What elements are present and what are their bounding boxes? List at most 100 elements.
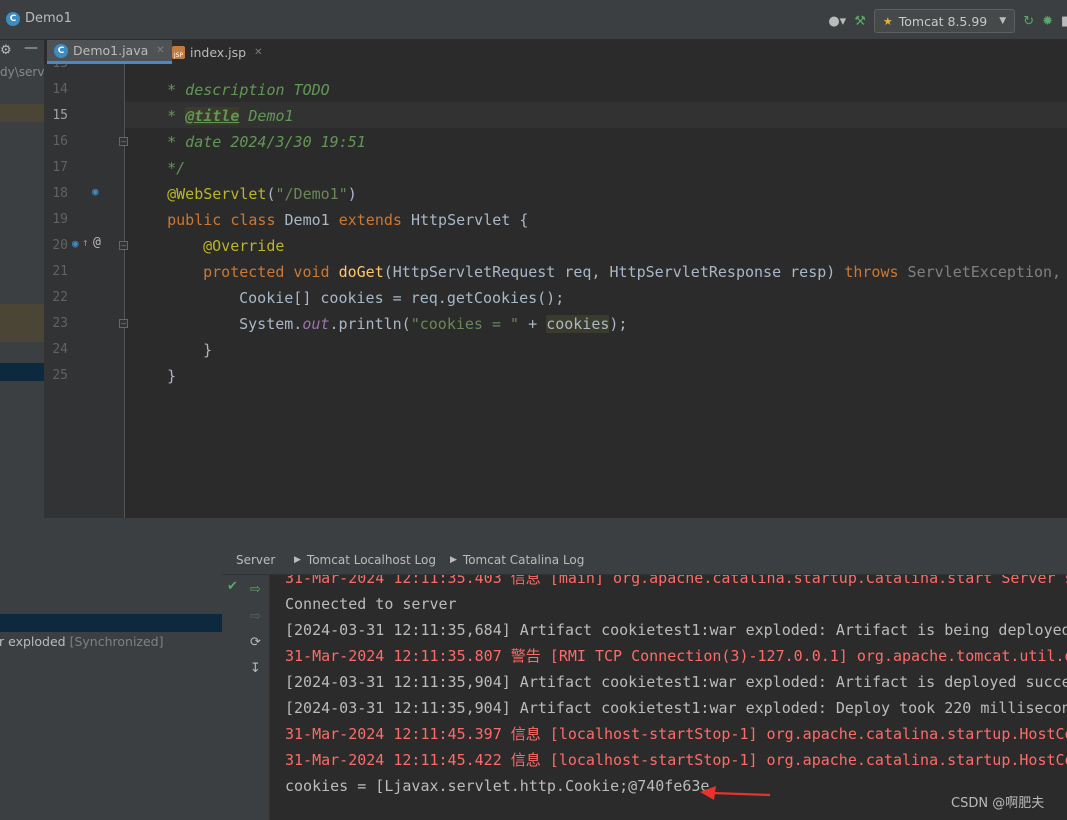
code-token: + xyxy=(519,315,547,333)
line-number: 20 xyxy=(52,238,68,253)
line-number: 14 xyxy=(52,82,68,97)
rerun-icon[interactable]: ↻ xyxy=(1023,14,1034,29)
deploy-icon[interactable]: ⇨ xyxy=(250,582,261,597)
services-tabs: Server ▶ Tomcat Localhost Log ▶ Tomcat C… xyxy=(222,545,1067,575)
code-token: ); xyxy=(609,315,628,333)
tab-tomcat-localhost-log[interactable]: ▶ Tomcat Localhost Log xyxy=(294,545,436,575)
code-token: out xyxy=(302,315,330,333)
tool-window-divider[interactable] xyxy=(0,518,1067,545)
java-class-icon: C xyxy=(6,11,20,26)
code-line: public class Demo1 extends HttpServlet { xyxy=(131,181,528,229)
at-sign-icon[interactable]: @ xyxy=(93,235,101,250)
log-icon: ▶ xyxy=(294,555,301,565)
code-line: * description TODO xyxy=(131,64,330,99)
fold-marker-icon[interactable]: – xyxy=(119,319,128,328)
check-icon: ✔ xyxy=(227,579,238,594)
console-line: Connected to server xyxy=(285,595,457,613)
fold-marker-icon[interactable]: – xyxy=(119,241,128,250)
breadcrumb-file-name[interactable]: Demo1 xyxy=(25,11,72,26)
code-line: Cookie[] cookies = req.getCookies(); xyxy=(203,259,564,307)
code-editor[interactable]: 13 14 15 16 17 18 19 20 21 22 23 24 25 ◉… xyxy=(44,64,1067,518)
tab-label: Server xyxy=(236,553,276,567)
code-line: } xyxy=(131,337,176,385)
console-line: 31-Mar-2024 12:11:45.422 信息 [localhost-s… xyxy=(285,751,1067,769)
code-token: cookies xyxy=(546,315,610,333)
console-output[interactable]: 31-Mar-2024 12:11:35.403 信息 [main] org.a… xyxy=(270,575,1067,820)
code-token: HttpServlet { xyxy=(410,211,529,229)
project-row-highlight[interactable] xyxy=(0,304,44,342)
line-number: 18 xyxy=(52,186,68,201)
code-token: "cookies = " xyxy=(410,315,520,333)
code-line: * @title Demo1 xyxy=(131,77,294,125)
tab-server[interactable]: Server xyxy=(236,545,275,575)
arrow-up-icon[interactable]: ↑ xyxy=(82,236,89,249)
code-token: } xyxy=(203,341,213,359)
code-line: protected void doGet(HttpServletRequest … xyxy=(167,233,1067,281)
gear-icon[interactable]: ⚙ xyxy=(0,43,12,58)
log-icon: ▶ xyxy=(450,555,457,565)
code-token: .println( xyxy=(329,315,411,333)
scroll-to-end-icon[interactable]: ↧ xyxy=(250,661,261,676)
tomcat-icon: ★ xyxy=(882,14,893,28)
tab-tomcat-catalina-log[interactable]: ▶ Tomcat Catalina Log xyxy=(450,545,584,575)
services-selected-row[interactable] xyxy=(0,614,222,632)
line-number: 17 xyxy=(52,160,68,175)
user-icon[interactable]: ●▾ xyxy=(828,14,846,29)
artifact-status: [Synchronized] xyxy=(69,634,164,649)
project-row-highlight[interactable] xyxy=(0,104,44,122)
undeploy-icon[interactable]: ⇨ xyxy=(250,609,261,624)
line-number: 24 xyxy=(52,342,68,357)
editor-tabs: ⚙ — C Demo1.java ✕ JSP index.jsp ✕ xyxy=(0,40,1067,64)
console-toolbar: ✔ ⇨ ⇨ ⟳ ↧ xyxy=(222,575,270,820)
services-tree: r exploded [Synchronized] xyxy=(0,545,222,820)
tab-demo1-java[interactable]: C Demo1.java ✕ xyxy=(47,40,172,64)
code-token: System. xyxy=(239,315,303,333)
minimize-icon[interactable]: — xyxy=(24,40,38,56)
line-number: 19 xyxy=(52,212,68,227)
tab-label: Tomcat Localhost Log xyxy=(306,553,436,567)
debug-bug-icon[interactable]: ✹ xyxy=(1042,14,1053,29)
overrides-method-icon[interactable]: ◉ xyxy=(72,237,79,250)
code-token: } xyxy=(167,367,177,385)
console-line: [2024-03-31 12:11:35,904] Artifact cooki… xyxy=(285,699,1067,717)
close-icon[interactable]: ✕ xyxy=(254,47,262,58)
artifact-label: r exploded xyxy=(0,634,66,649)
close-icon[interactable]: ✕ xyxy=(156,45,164,56)
console-line: 31-Mar-2024 12:11:35.807 警告 [RMI TCP Con… xyxy=(285,647,1067,665)
jsp-file-icon: JSP xyxy=(172,45,185,59)
build-hammer-icon[interactable]: ⚒ xyxy=(854,14,866,29)
run-configuration-label: Tomcat 8.5.99 xyxy=(898,13,988,29)
watermark: CSDN @啊肥夫 xyxy=(951,796,1045,811)
line-number: 15 xyxy=(52,108,68,123)
code-line: } xyxy=(167,311,212,359)
fold-marker-icon[interactable]: – xyxy=(119,137,128,146)
tab-label: Demo1.java xyxy=(73,43,149,58)
project-row-selected[interactable] xyxy=(0,363,44,381)
annotation-arrow-icon xyxy=(700,786,771,800)
code-token: ServletException, IOException xyxy=(907,263,1062,281)
code-line: @Override xyxy=(167,207,284,255)
breadcrumb[interactable]: C Demo1 xyxy=(6,11,72,26)
java-class-icon: C xyxy=(54,43,68,58)
code-token: extends xyxy=(338,211,411,229)
toolbar: ●▾ ⚒ ★ Tomcat 8.5.99 ▼ ↻ ✹ ■ xyxy=(828,8,1067,34)
tab-label: index.jsp xyxy=(190,44,247,60)
editor-gutter: 13 14 15 16 17 18 19 20 21 22 23 24 25 ◉… xyxy=(44,64,128,518)
services-artifact-item[interactable]: r exploded [Synchronized] xyxy=(0,634,164,649)
run-configuration-dropdown[interactable]: ★ Tomcat 8.5.99 ▼ xyxy=(873,9,1016,33)
tab-index-jsp[interactable]: JSP index.jsp ✕ xyxy=(165,40,269,64)
console-line: cookies = [Ljavax.servlet.http.Cookie;@7… xyxy=(285,777,710,795)
code-line: System.out.println("cookies = " + cookie… xyxy=(203,285,627,333)
code-line: @WebServlet("/Demo1") xyxy=(131,155,357,203)
servlet-mapping-icon[interactable]: ◉ xyxy=(92,185,99,198)
project-tool-window: dy\servl xyxy=(0,40,44,518)
console-line: 31-Mar-2024 12:11:35.403 信息 [main] org.a… xyxy=(285,575,1067,587)
code-line: */ xyxy=(131,129,185,177)
code-line: * date 2024/3/30 19:51 xyxy=(131,103,366,151)
project-path[interactable]: dy\servl xyxy=(0,65,44,79)
stop-icon[interactable]: ■ xyxy=(1061,14,1067,29)
refresh-icon[interactable]: ⟳ xyxy=(250,635,261,650)
line-number: 13 xyxy=(44,64,68,71)
console-line: 31-Mar-2024 12:11:45.397 信息 [localhost-s… xyxy=(285,725,1067,743)
line-number: 25 xyxy=(52,368,68,383)
